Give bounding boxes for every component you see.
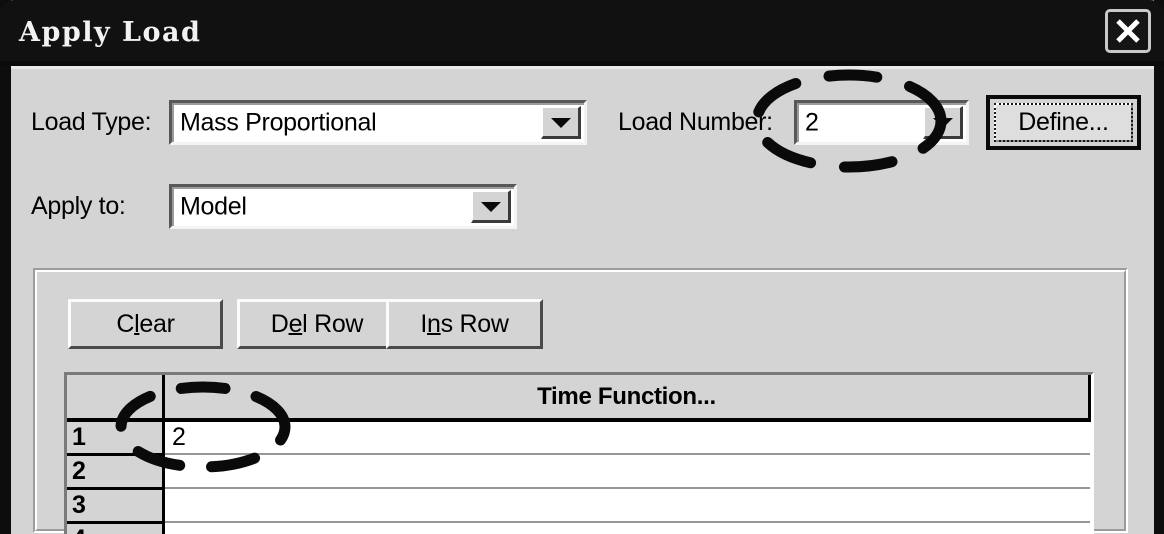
grid-header: Time Function... [67,375,1091,422]
title-bar: Apply Load [0,0,1164,66]
load-type-value: Mass Proportional [180,108,377,136]
window-frame-right [1154,0,1164,534]
close-button[interactable] [1105,9,1151,53]
load-number-combobox[interactable]: 2 [794,100,969,145]
grid-body: 1 2 2 3 4 [67,420,1090,534]
cell-time-function[interactable]: 2 [163,420,1090,455]
clear-button-label: Clear [116,309,175,338]
define-button-face: Define... [994,103,1133,142]
row-header[interactable]: 2 [67,454,165,490]
define-button[interactable]: Define... [986,95,1141,150]
row-header[interactable]: 3 [67,488,165,524]
load-number-value: 2 [805,108,819,136]
ins-row-button[interactable]: Ins Row [386,299,543,349]
grid-header-row: Time Function... [67,375,1091,422]
apply-load-dialog: Apply Load Load Type: Mass Proportional … [0,0,1164,534]
cell-time-function[interactable] [163,522,1090,534]
chevron-down-icon[interactable] [923,106,963,139]
load-type-combobox[interactable]: Mass Proportional [169,100,587,145]
table-row[interactable]: 3 [67,488,1090,524]
grid-table: Time Function... 1 2 2 3 [67,375,1091,534]
load-type-label: Load Type: [31,108,152,136]
del-row-button[interactable]: Del Row [237,299,397,349]
del-row-button-label: Del Row [270,309,364,338]
apply-to-combobox[interactable]: Model [169,184,517,229]
column-header-time-function[interactable]: Time Function... [163,375,1091,422]
window-title: Apply Load [19,17,202,48]
apply-to-value: Model [180,192,247,220]
window-frame-left [0,0,11,534]
row-header[interactable]: 4 [67,522,165,534]
cell-time-function[interactable] [163,454,1090,489]
dialog-client-area: Load Type: Mass Proportional Load Number… [11,66,1154,534]
table-row[interactable]: 2 [67,454,1090,490]
chevron-down-icon[interactable] [471,190,511,223]
apply-to-label: Apply to: [31,192,126,220]
table-row[interactable]: 4 [67,522,1090,534]
ins-row-button-label: Ins Row [420,309,509,338]
table-row[interactable]: 1 2 [67,420,1090,456]
load-number-label: Load Number: [618,108,773,136]
time-function-grid[interactable]: Time Function... 1 2 2 3 [64,372,1094,534]
row-header[interactable]: 1 [67,420,165,456]
grid-corner-cell [67,375,165,422]
clear-button[interactable]: Clear [68,299,223,349]
cell-time-function[interactable] [163,488,1090,523]
define-button-label: Define... [1018,108,1109,136]
chevron-down-icon[interactable] [541,106,581,139]
